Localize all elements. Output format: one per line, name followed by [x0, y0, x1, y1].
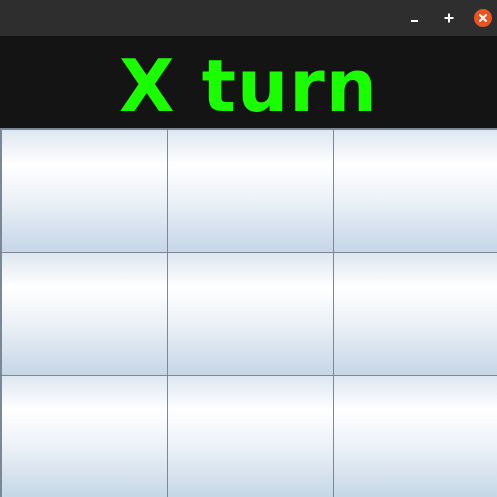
maximize-button[interactable] — [439, 8, 459, 28]
board-cell-0-0[interactable] — [1, 129, 168, 253]
board-cell-0-2[interactable] — [333, 129, 497, 253]
close-button-circle — [474, 9, 492, 27]
board-cell-2-0[interactable] — [1, 375, 168, 497]
board-cell-1-1[interactable] — [167, 252, 334, 376]
board-cell-0-1[interactable] — [167, 129, 334, 253]
board-cell-2-2[interactable] — [333, 375, 497, 497]
board-cell-2-1[interactable] — [167, 375, 334, 497]
close-button[interactable] — [473, 8, 493, 28]
close-icon — [479, 14, 487, 22]
turn-status-label: X turn — [118, 44, 379, 128]
board-cell-1-0[interactable] — [1, 252, 168, 376]
status-banner: X turn — [0, 36, 497, 128]
maximize-icon — [444, 13, 454, 23]
title-bar[interactable] — [0, 0, 497, 36]
minimize-button[interactable] — [405, 8, 425, 28]
board-cell-1-2[interactable] — [333, 252, 497, 376]
game-board — [0, 128, 497, 497]
minimize-icon — [411, 20, 418, 22]
game-window: X turn — [0, 0, 497, 497]
